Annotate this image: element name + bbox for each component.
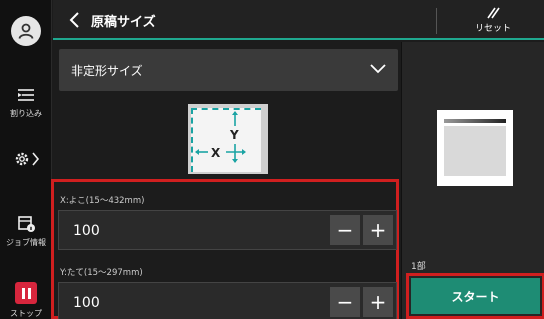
left-sidebar: 割り込み ジョブ情報 ストップ	[0, 0, 52, 319]
job-info-icon	[18, 216, 35, 232]
x-field-label: X:よこ(15〜432mm)	[60, 196, 145, 206]
y-increment-button[interactable]: +	[363, 287, 393, 317]
y-field-label: Y:たて(15〜297mm)	[60, 268, 143, 278]
copies-count: 1部	[411, 262, 426, 272]
chevron-down-icon	[370, 64, 386, 74]
size-illustration: Y X	[188, 104, 268, 174]
stop-icon	[15, 282, 37, 304]
y-height-value[interactable]: 100	[73, 295, 100, 311]
dimension-highlight: X:よこ(15〜432mm) 100 − + Y:たて(15〜297mm) 10…	[51, 179, 399, 319]
header-divider	[436, 8, 437, 34]
x-axis-letter: X	[211, 146, 221, 160]
x-decrement-button[interactable]: −	[330, 215, 360, 245]
start-button[interactable]: スタート	[411, 278, 540, 314]
page-title: 原稿サイズ	[91, 15, 156, 30]
user-avatar[interactable]	[11, 16, 41, 46]
y-decrement-button[interactable]: −	[330, 287, 360, 317]
header-bar: 原稿サイズ リセット	[53, 0, 544, 40]
stop-label: ストップ	[10, 309, 42, 318]
interrupt-label: 割り込み	[10, 109, 42, 118]
start-highlight: スタート	[406, 273, 544, 319]
y-height-field[interactable]: 100 − +	[58, 282, 397, 319]
preview-body	[444, 126, 506, 176]
interrupt-button[interactable]: 割り込み	[0, 86, 52, 119]
interrupt-icon	[18, 89, 34, 101]
reset-label: リセット	[474, 24, 511, 34]
xy-arrows-icon: Y X	[195, 111, 246, 163]
size-dropdown-value: 非定形サイズ	[71, 64, 143, 78]
reset-slash-icon	[487, 7, 500, 19]
gear-icon	[15, 152, 40, 166]
size-dropdown[interactable]: 非定形サイズ	[59, 49, 398, 91]
chevron-left-icon[interactable]	[65, 10, 85, 30]
reset-button[interactable]: リセット	[463, 4, 523, 34]
job-info-button[interactable]: ジョブ情報	[0, 213, 52, 248]
app-window: 割り込み ジョブ情報 ストップ 原稿サイズ リセット 非定形サイズ Y X X:…	[0, 0, 544, 319]
preview-header-bar	[444, 119, 506, 123]
user-icon	[18, 23, 34, 39]
main-panel: 非定形サイズ Y X X:よこ(15〜432mm) 100 − + Y:たて(1…	[51, 42, 400, 319]
x-width-value[interactable]: 100	[73, 223, 100, 239]
document-preview	[437, 110, 513, 186]
x-width-field[interactable]: 100 − +	[58, 210, 397, 250]
x-increment-button[interactable]: +	[363, 215, 393, 245]
job-info-label: ジョブ情報	[6, 238, 46, 247]
settings-button[interactable]	[0, 150, 52, 170]
right-panel: 1部 スタート	[401, 42, 544, 319]
y-axis-letter: Y	[229, 128, 239, 142]
stop-button[interactable]: ストップ	[0, 282, 52, 319]
